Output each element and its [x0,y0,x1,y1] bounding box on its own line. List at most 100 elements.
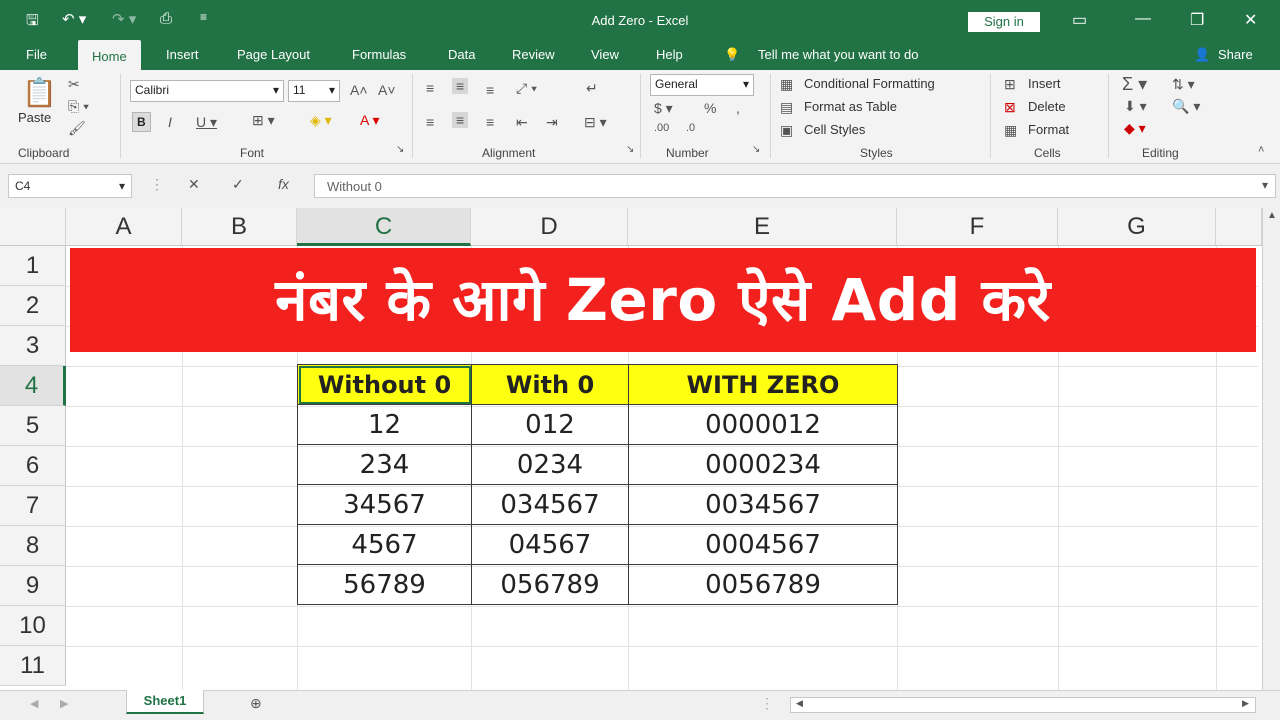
align-center-icon[interactable]: ≡ [452,112,469,128]
tab-page-layout[interactable]: Page Layout [237,47,310,62]
enter-icon[interactable]: ✓ [232,176,244,193]
formula-input[interactable]: Without 0 [314,174,1276,198]
share-icon[interactable]: 👤 [1194,47,1210,63]
decrease-font-icon[interactable]: A˅ [378,82,396,98]
row-header-9[interactable]: 9 [0,566,66,606]
conditional-formatting-button[interactable]: Conditional Formatting [804,76,935,91]
vertical-scrollbar[interactable]: ▲ [1262,208,1280,690]
scroll-left-icon[interactable]: ◀ [796,698,803,709]
decrease-indent-icon[interactable]: ⇤ [516,114,528,131]
table-cell[interactable]: 12 [297,404,472,445]
format-painter-icon[interactable]: 🖌 [68,120,86,137]
cut-icon[interactable]: ✂ [68,76,80,93]
row-header-3[interactable]: 3 [0,326,66,366]
tab-review[interactable]: Review [512,47,555,62]
paste-icon[interactable]: 📋 [22,76,57,109]
sign-in-button[interactable]: Sign in [968,12,1040,32]
cancel-icon[interactable]: ✕ [188,176,200,193]
format-cells-button[interactable]: Format [1028,122,1069,137]
tab-file[interactable]: File [26,47,47,62]
font-size-dropdown[interactable]: 11 ▾ [288,80,340,102]
column-header-d[interactable]: D [471,208,628,246]
table-cell[interactable]: 012 [471,404,629,445]
row-header-6[interactable]: 6 [0,446,66,486]
tab-formulas[interactable]: Formulas [352,47,406,62]
fill-icon[interactable]: ⬇ ▾ [1124,98,1147,115]
minimize-icon[interactable]: — [1135,10,1151,28]
row-header-4[interactable]: 4 [0,366,66,406]
table-cell[interactable]: 4567 [297,524,472,565]
align-bottom-icon[interactable]: ≡ [486,82,494,98]
font-dialog-launcher-icon[interactable]: ↘ [396,144,404,155]
collapse-ribbon-icon[interactable]: ˄ [1258,144,1264,156]
column-header-e[interactable]: E [628,208,897,246]
table-cell[interactable]: 234 [297,444,472,485]
name-box[interactable]: C4 ▾ [8,174,132,198]
copy-icon[interactable]: ⎘ ▾ [68,98,89,115]
fill-color-icon[interactable]: ◈ ▾ [310,112,332,129]
close-icon[interactable]: ✕ [1244,10,1257,30]
table-cell[interactable]: 0034567 [628,484,898,525]
align-middle-icon[interactable]: ≡ [452,78,469,94]
table-cell[interactable]: 56789 [297,564,472,605]
wrap-text-icon[interactable]: ↵ [586,80,598,97]
horizontal-scrollbar[interactable] [790,697,1256,713]
tab-home[interactable]: Home [78,40,141,70]
italic-button[interactable]: I [168,114,172,130]
row-header-10[interactable]: 10 [0,606,66,646]
table-cell[interactable]: 0004567 [628,524,898,565]
tab-insert[interactable]: Insert [166,47,199,62]
merge-center-icon[interactable]: ⊟ ▾ [584,114,607,131]
next-sheet-icon[interactable]: ▶ [60,697,68,710]
expand-formula-icon[interactable]: ▾ [1262,178,1268,192]
select-all-corner[interactable] [0,208,66,246]
currency-icon[interactable]: $ ▾ [654,100,673,117]
insert-function-icon[interactable]: fx [278,176,289,192]
cell-styles-button[interactable]: Cell Styles [804,122,865,137]
row-header-8[interactable]: 8 [0,526,66,566]
row-header-2[interactable]: 2 [0,286,66,326]
scroll-up-icon[interactable]: ▲ [1267,210,1277,221]
tab-data[interactable]: Data [448,47,475,62]
number-format-dropdown[interactable]: General ▾ [650,74,754,96]
font-name-dropdown[interactable]: Calibri ▾ [130,80,284,102]
share-button[interactable]: Share [1218,47,1253,62]
find-select-icon[interactable]: 🔍 ▾ [1172,98,1200,115]
scroll-right-icon[interactable]: ▶ [1242,698,1249,709]
align-right-icon[interactable]: ≡ [486,114,494,130]
percent-icon[interactable]: % [704,100,716,116]
align-left-icon[interactable]: ≡ [426,114,434,130]
tab-help[interactable]: Help [656,47,683,62]
increase-decimal-icon[interactable]: .00 [654,122,669,134]
prev-sheet-icon[interactable]: ◀ [30,697,38,710]
column-header-f[interactable]: F [897,208,1058,246]
row-header-5[interactable]: 5 [0,406,66,446]
row-header-1[interactable]: 1 [0,246,66,286]
cell-c4[interactable]: Without 0 [297,364,472,405]
comma-style-icon[interactable]: , [736,100,740,116]
sheet-tab-sheet1[interactable]: Sheet1 [126,690,204,714]
add-sheet-icon[interactable]: ⊕ [250,695,262,712]
row-header-11[interactable]: 11 [0,646,66,686]
column-header-b[interactable]: B [182,208,297,246]
orientation-icon[interactable]: ⤢ ▾ [516,80,537,97]
increase-font-icon[interactable]: A˄ [350,82,368,98]
autosum-icon[interactable]: Σ ▾ [1122,74,1147,95]
column-header-g[interactable]: G [1058,208,1216,246]
underline-button[interactable]: U ▾ [196,114,217,131]
clear-icon[interactable]: ◆ ▾ [1124,120,1146,137]
format-as-table-button[interactable]: Format as Table [804,99,897,114]
column-header-c[interactable]: C [297,208,471,246]
insert-cells-button[interactable]: Insert [1028,76,1061,91]
column-header-a[interactable]: A [66,208,182,246]
restore-icon[interactable]: ❐ [1190,10,1204,30]
table-cell[interactable]: 0234 [471,444,629,485]
cell-e4[interactable]: WITH ZERO [628,364,898,405]
alignment-dialog-launcher-icon[interactable]: ↘ [626,144,634,155]
decrease-decimal-icon[interactable]: .0 [686,122,695,134]
sort-filter-icon[interactable]: ⇅ ▾ [1172,76,1195,93]
row-header-7[interactable]: 7 [0,486,66,526]
borders-icon[interactable]: ⊞ ▾ [252,112,275,129]
table-cell[interactable]: 056789 [471,564,629,605]
table-cell[interactable]: 0000012 [628,404,898,445]
